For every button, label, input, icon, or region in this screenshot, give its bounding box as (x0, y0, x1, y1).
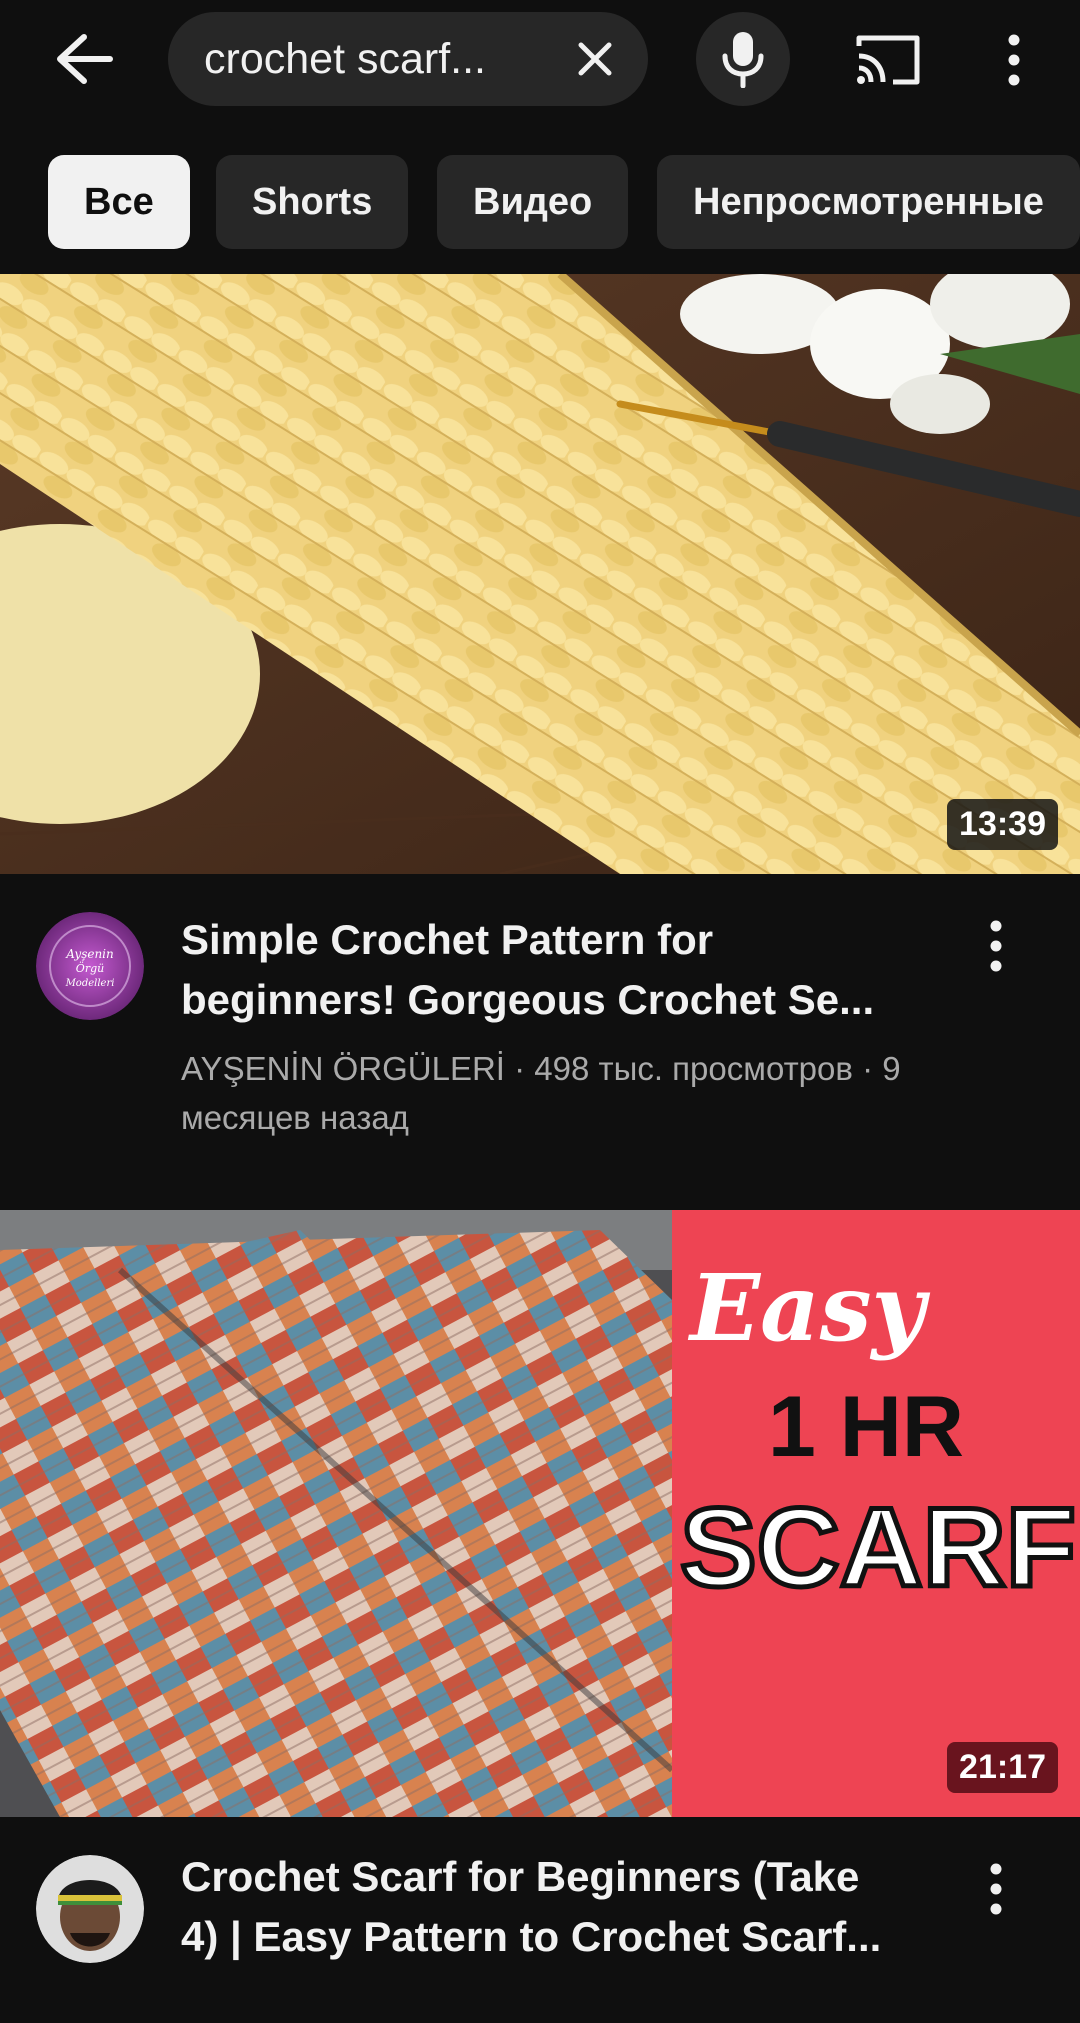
video-info[interactable]: Ayşenin Örgü Modelleri Simple Crochet Pa… (0, 874, 1080, 1210)
cast-button[interactable] (846, 22, 930, 98)
avatar-image (36, 1855, 144, 1963)
video-info[interactable]: Crochet Scarf for Beginners (Take 4) | E… (0, 1817, 1080, 2023)
avatar-image: Ayşenin Örgü Modelleri (36, 912, 144, 1020)
search-top-bar: crochet scarf... (0, 0, 1080, 120)
search-query-text[interactable]: crochet scarf... (204, 12, 534, 106)
video-duration: 21:17 (947, 1742, 1058, 1793)
chip-unwatched[interactable]: Непросмотренные (657, 155, 1080, 249)
video-title[interactable]: Simple Crochet Pattern for beginners! Go… (181, 910, 961, 1030)
chip-shorts[interactable]: Shorts (216, 155, 409, 249)
svg-text:Örgü: Örgü (76, 961, 104, 975)
chip-all[interactable]: Все (48, 155, 190, 249)
video-title-line: Crochet Scarf for Beginners (Take (181, 1853, 860, 1900)
more-vertical-icon (990, 920, 1002, 972)
video-thumbnail[interactable]: 13:39 (0, 274, 1080, 874)
more-options-button[interactable] (986, 22, 1042, 98)
channel-avatar[interactable]: Ayşenin Örgü Modelleri (36, 912, 144, 1020)
video-thumbnail[interactable]: Easy 1 HR SCARF 21:17 (0, 1210, 1080, 1817)
video-title-line: 4) | Easy Pattern to Crochet Scarf... (181, 1913, 882, 1960)
svg-text:Ayşenin: Ayşenin (65, 947, 114, 961)
thumbnail-text-scarf: SCARF (680, 1485, 1076, 1610)
video-title-line: beginners! Gorgeous Crochet Se... (181, 976, 875, 1023)
video-metadata-line: AYŞENİN ÖRGÜLERİ · 498 тыс. просмотров ·… (181, 1050, 901, 1087)
close-icon (578, 42, 612, 76)
voice-search-button[interactable] (696, 12, 790, 106)
video-title-line: Simple Crochet Pattern for (181, 916, 714, 963)
filter-chips: Все Shorts Видео Непросмотренные (0, 150, 1080, 254)
back-arrow-icon (57, 34, 113, 84)
cast-icon (856, 35, 920, 85)
video-title[interactable]: Crochet Scarf for Beginners (Take 4) | E… (181, 1847, 961, 1967)
thumbnail-text-easy: Easy (687, 1254, 931, 1362)
thumbnail-text-hr: 1 HR (768, 1379, 964, 1475)
video-metadata: AYŞENİN ÖRGÜLERİ · 498 тыс. просмотров ·… (181, 1044, 961, 1142)
thumbnail-image (0, 274, 1080, 874)
video-menu-button[interactable] (976, 906, 1016, 986)
chip-videos[interactable]: Видео (437, 155, 629, 249)
svg-text:Modelleri: Modelleri (65, 978, 115, 989)
microphone-icon (722, 32, 764, 88)
search-field[interactable]: crochet scarf... (168, 12, 648, 106)
video-menu-button[interactable] (976, 1849, 1016, 1929)
thumbnail-image: Easy 1 HR SCARF (0, 1210, 1080, 1817)
channel-avatar[interactable] (36, 1855, 144, 1963)
video-duration: 13:39 (947, 799, 1058, 850)
video-metadata-line: месяцев назад (181, 1099, 409, 1136)
back-button[interactable] (44, 26, 124, 92)
more-vertical-icon (990, 1863, 1002, 1915)
clear-search-button[interactable] (568, 32, 622, 86)
more-vertical-icon (1008, 34, 1020, 86)
